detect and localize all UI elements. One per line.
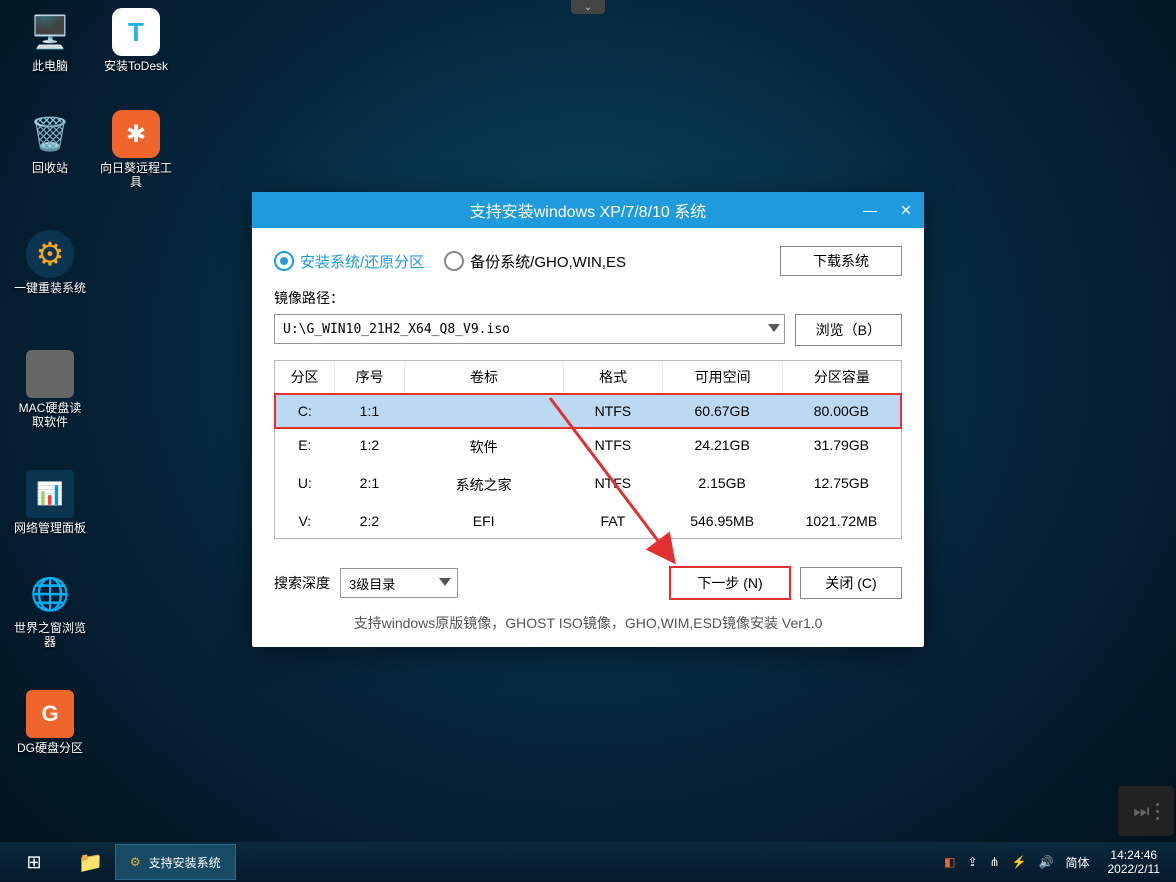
dg-icon: G [41, 701, 58, 727]
table-row[interactable]: V: 2:2 EFI FAT 546.95MB 1021.72MB [275, 504, 901, 538]
windows-icon: ⊞ [26, 852, 41, 873]
desktop-icon-mac-disk[interactable]: MAC硬盘读 取软件 [12, 350, 88, 429]
installer-window: 支持安装windows XP/7/8/10 系统 — ✕ 安装系统/还原分区 备… [252, 192, 924, 647]
desktop-icon-browser[interactable]: 🌐 世界之窗浏览 器 [12, 570, 88, 649]
search-depth-select[interactable]: 3级目录 [340, 568, 458, 598]
col-capacity: 分区容量 [783, 361, 901, 393]
taskbar: ⊞ 📁 ⚙ 支持安装系统 ◧ ⇪ ⋔ ⚡ 🔊 简体 14:24:46 2022/… [0, 842, 1176, 882]
globe-icon: 🌐 [30, 575, 70, 613]
radio-backup-system[interactable]: 备份系统/GHO,WIN,ES [444, 251, 626, 272]
desktop-icon-dg-partition[interactable]: G DG硬盘分区 [12, 690, 88, 755]
desktop-icon-label: 回收站 [12, 161, 88, 175]
wifi-icon[interactable]: ⋔ [990, 855, 1000, 869]
desktop-icon-recycle-bin[interactable]: 🗑️ 回收站 [12, 110, 88, 175]
radio-icon [444, 251, 464, 271]
desktop-icon-sunflower[interactable]: ✱ 向日葵远程工 具 [98, 110, 174, 189]
select-value: 3级目录 [349, 574, 395, 593]
path-value: U:\G_WIN10_21H2_X64_Q8_V9.iso [283, 322, 510, 337]
table-header: 分区 序号 卷标 格式 可用空间 分区容量 [275, 361, 901, 394]
window-title: 支持安装windows XP/7/8/10 系统 [470, 198, 707, 222]
usb-icon[interactable]: ⇪ [967, 855, 977, 869]
col-format: 格式 [564, 361, 664, 393]
search-depth-label: 搜索深度 [274, 573, 330, 593]
next-button[interactable]: 下一步 (N) [670, 567, 790, 599]
desktop-icon-label: MAC硬盘读 取软件 [12, 401, 88, 429]
tray-app-icon[interactable]: ◧ [944, 855, 955, 869]
desktop-icon-reinstall[interactable]: ⚙ 一键重装系统 [12, 230, 88, 295]
taskbar-file-explorer[interactable]: 📁 [68, 842, 113, 882]
image-path-label: 镜像路径： [274, 288, 902, 308]
desktop-icon-network-panel[interactable]: 📊 网络管理面板 [12, 470, 88, 535]
sunflower-icon: ✱ [126, 120, 146, 149]
download-system-button[interactable]: 下载系统 [780, 246, 902, 276]
close-window-button[interactable]: 关闭 (C) [800, 567, 902, 599]
footer-text: 支持windows原版镜像，GHOST ISO镜像，GHO,WIM,ESD镜像安… [274, 613, 902, 633]
radio-label: 安装系统/还原分区 [300, 251, 424, 272]
partition-table: 分区 序号 卷标 格式 可用空间 分区容量 C: 1:1 NTFS 60.67G… [274, 360, 902, 539]
desktop-icon-label: DG硬盘分区 [12, 741, 88, 755]
table-row[interactable]: E: 1:2 软件 NTFS 24.21GB 31.79GB [275, 428, 901, 466]
desktop-icon-label: 网络管理面板 [12, 521, 88, 535]
radio-selected-icon [274, 251, 294, 271]
forward-icon: ⏭ [1133, 801, 1149, 822]
desktop-icon-this-pc[interactable]: 🖥️ 此电脑 [12, 8, 88, 73]
dropdown-icon [439, 578, 451, 586]
desktop-icon-todesk[interactable]: T 安装ToDesk [98, 8, 174, 73]
battery-icon[interactable]: ⚡ [1012, 855, 1027, 869]
desktop-icon-label: 世界之窗浏览 器 [12, 621, 88, 649]
clock-date: 2022/2/11 [1108, 862, 1161, 876]
trash-icon: 🗑️ [30, 115, 70, 153]
radio-install-system[interactable]: 安装系统/还原分区 [274, 251, 424, 272]
table-row[interactable]: C: 1:1 NTFS 60.67GB 80.00GB [275, 394, 901, 428]
chart-icon: 📊 [36, 481, 63, 507]
system-tray: ◧ ⇪ ⋔ ⚡ 🔊 简体 14:24:46 2022/2/11 [944, 848, 1176, 876]
todesk-icon: T [128, 17, 144, 48]
col-volume: 卷标 [405, 361, 564, 393]
titlebar[interactable]: 支持安装windows XP/7/8/10 系统 — ✕ [252, 192, 924, 228]
col-index: 序号 [335, 361, 405, 393]
table-row[interactable]: U: 2:1 系统之家 NTFS 2.15GB 12.75GB [275, 466, 901, 504]
ime-indicator[interactable]: 简体 [1065, 854, 1089, 871]
desktop-icon-label: 向日葵远程工 具 [98, 161, 174, 189]
gear-icon: ⚙ [130, 855, 141, 869]
dropdown-icon [768, 324, 780, 332]
desktop-icon-label: 一键重装系统 [12, 281, 88, 295]
desktop-icon-label: 此电脑 [12, 59, 88, 73]
col-partition: 分区 [275, 361, 335, 393]
close-button[interactable]: ✕ [888, 192, 924, 228]
image-path-input[interactable]: U:\G_WIN10_21H2_X64_Q8_V9.iso [274, 314, 785, 344]
notification-preview[interactable]: ⏭ [1118, 786, 1174, 836]
folder-icon: 📁 [78, 850, 103, 875]
browse-button[interactable]: 浏览（B） [795, 314, 902, 346]
taskbar-clock[interactable]: 14:24:46 2022/2/11 [1102, 848, 1167, 876]
taskbar-app-title: 支持安装系统 [149, 854, 221, 871]
col-free: 可用空间 [663, 361, 782, 393]
minimize-button[interactable]: — [852, 192, 888, 228]
taskbar-app-installer[interactable]: ⚙ 支持安装系统 [115, 844, 236, 880]
gear-icon: ⚙ [36, 235, 65, 273]
start-button[interactable]: ⊞ [0, 842, 68, 882]
desktop-icon-label: 安装ToDesk [98, 59, 174, 73]
monitor-icon: 🖥️ [30, 13, 70, 51]
volume-icon[interactable]: 🔊 [1039, 855, 1054, 869]
radio-label: 备份系统/GHO,WIN,ES [470, 251, 626, 272]
clock-time: 14:24:46 [1108, 848, 1161, 862]
